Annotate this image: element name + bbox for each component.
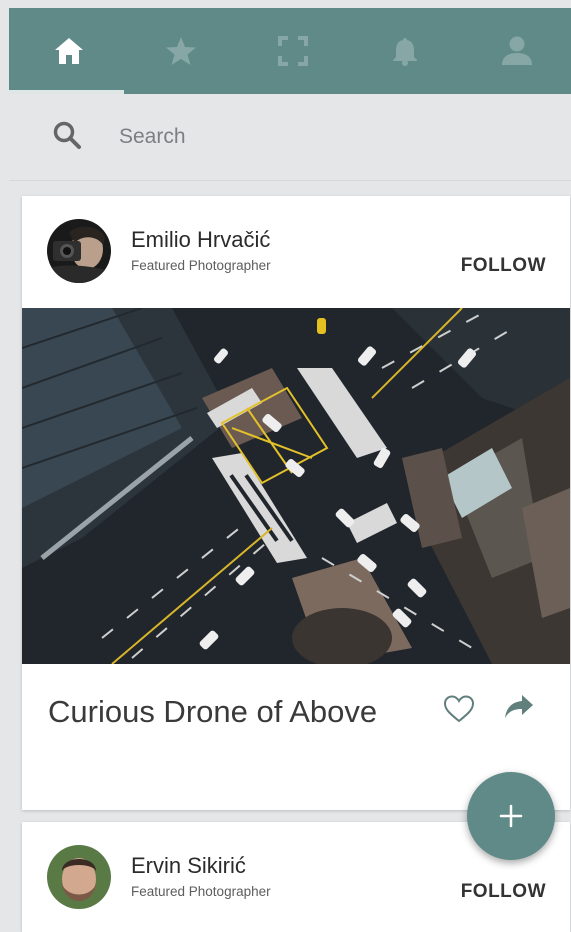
share-icon[interactable] [504,694,534,720]
follow-button[interactable]: FOLLOW [461,881,546,903]
star-icon [166,37,196,65]
tab-favorites[interactable] [125,8,237,94]
add-post-button[interactable] [467,772,555,860]
author-role: Featured Photographer [131,258,271,273]
author-name[interactable]: Emilio Hrvačić [131,227,270,253]
tab-home[interactable] [13,8,125,94]
top-tab-bar [9,8,571,94]
tab-profile[interactable] [461,8,571,94]
plus-icon [499,804,523,828]
heart-icon[interactable] [443,694,475,724]
tab-fullscreen[interactable] [237,8,349,94]
search-bar [9,94,571,181]
search-icon[interactable] [52,120,82,150]
post-title: Curious Drone of Above [48,694,378,729]
bell-icon [393,38,417,66]
follow-button[interactable]: FOLLOW [461,255,546,277]
search-input[interactable] [117,118,541,156]
fullscreen-icon [278,36,308,66]
post-card: Emilio Hrvačić Featured Photographer FOL… [22,196,570,810]
avatar[interactable] [47,219,111,283]
avatar[interactable] [47,845,111,909]
aerial-intersection-photo[interactable] [22,308,570,664]
person-icon [502,36,532,65]
home-icon [55,38,83,64]
author-name[interactable]: Ervin Sikirić [131,853,246,879]
tab-notifications[interactable] [349,8,461,94]
